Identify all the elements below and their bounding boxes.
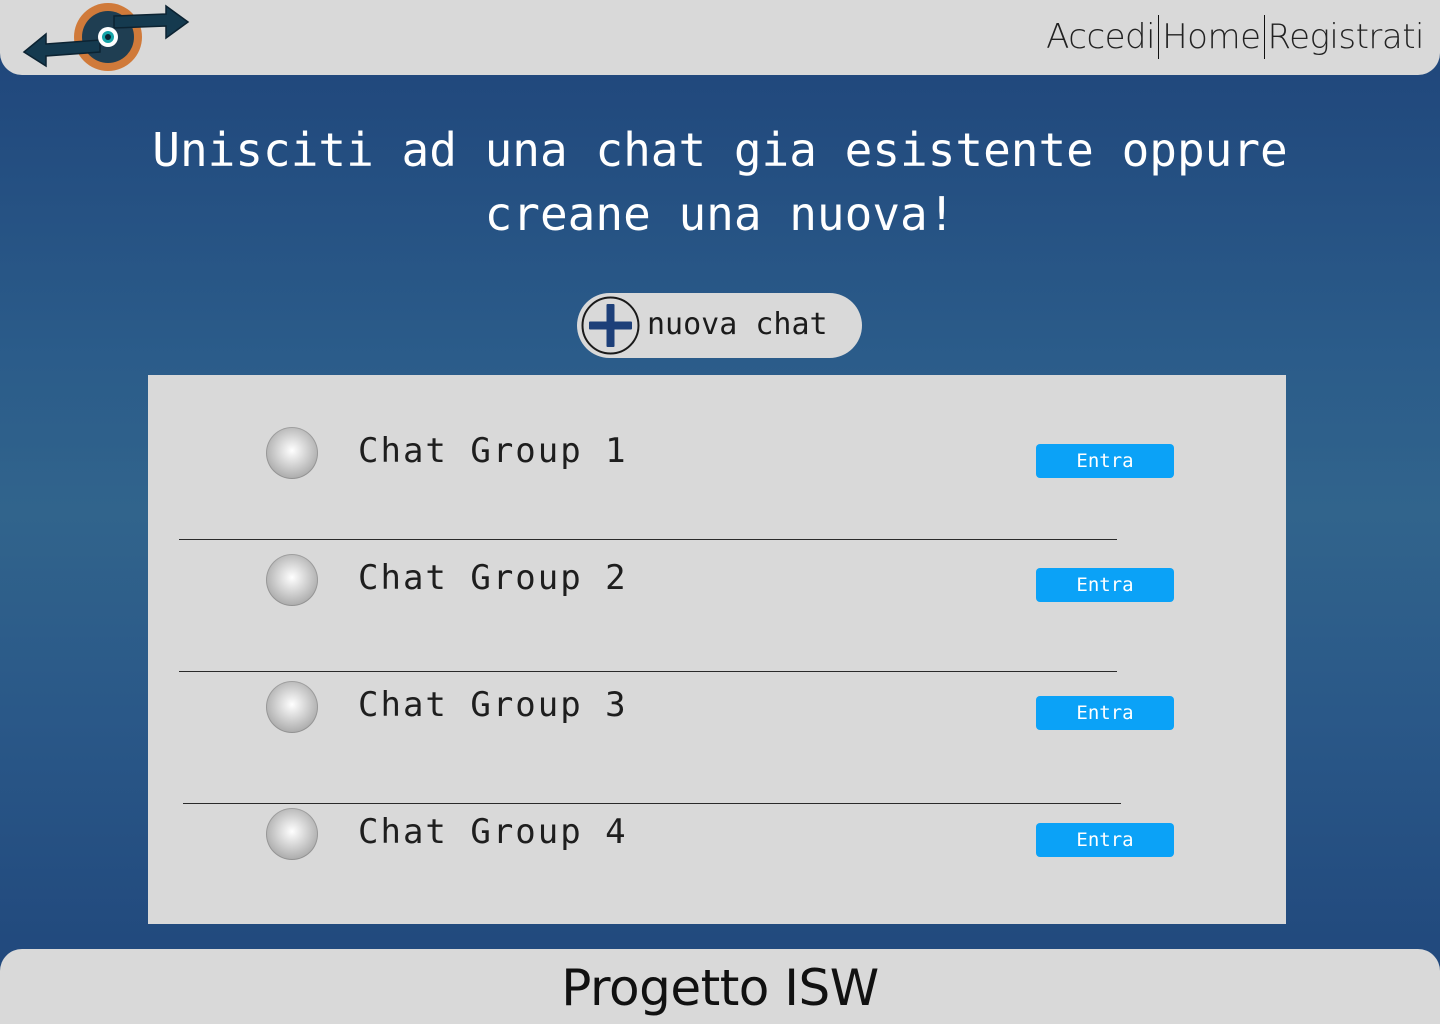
plus-circle-icon [581,296,640,355]
enter-chat-button[interactable]: Entra [1036,568,1174,602]
headline-line-1: Unisciti ad una chat gia esistente oppur… [152,123,1288,177]
group-avatar-icon [266,554,318,606]
row-divider [179,671,1117,672]
chat-list-panel: Chat Group 1 Entra Chat Group 2 Entra Ch… [148,375,1286,924]
chat-group-name: Chat Group 3 [358,685,628,725]
nav-register-link[interactable]: Registrati [1268,20,1425,54]
enter-chat-button[interactable]: Entra [1036,823,1174,857]
top-header: Accedi Home Registrati [0,0,1440,75]
page-headline: Unisciti ad una chat gia esistente oppur… [100,118,1340,246]
header-nav: Accedi Home Registrati [1046,12,1424,62]
new-chat-label: nuova chat [647,307,828,342]
chat-group-name: Chat Group 2 [358,558,628,598]
group-avatar-icon [266,681,318,733]
footer-title: Progetto ISW [561,959,879,1017]
nav-home-link[interactable]: Home [1162,20,1261,54]
group-avatar-icon [266,808,318,860]
row-divider [179,539,1117,540]
headline-line-2: creane una nuova! [484,187,956,241]
nav-separator [1158,15,1160,59]
group-avatar-icon [266,427,318,479]
chat-group-name: Chat Group 1 [358,431,628,471]
new-chat-button[interactable]: nuova chat [577,293,862,358]
link-chat-logo[interactable] [20,0,195,75]
enter-chat-button[interactable]: Entra [1036,444,1174,478]
nav-login-link[interactable]: Accedi [1046,20,1156,54]
row-divider [183,803,1121,804]
chat-group-name: Chat Group 4 [358,812,628,852]
nav-separator [1263,15,1265,59]
page-footer: Progetto ISW [0,949,1440,1024]
enter-chat-button[interactable]: Entra [1036,696,1174,730]
